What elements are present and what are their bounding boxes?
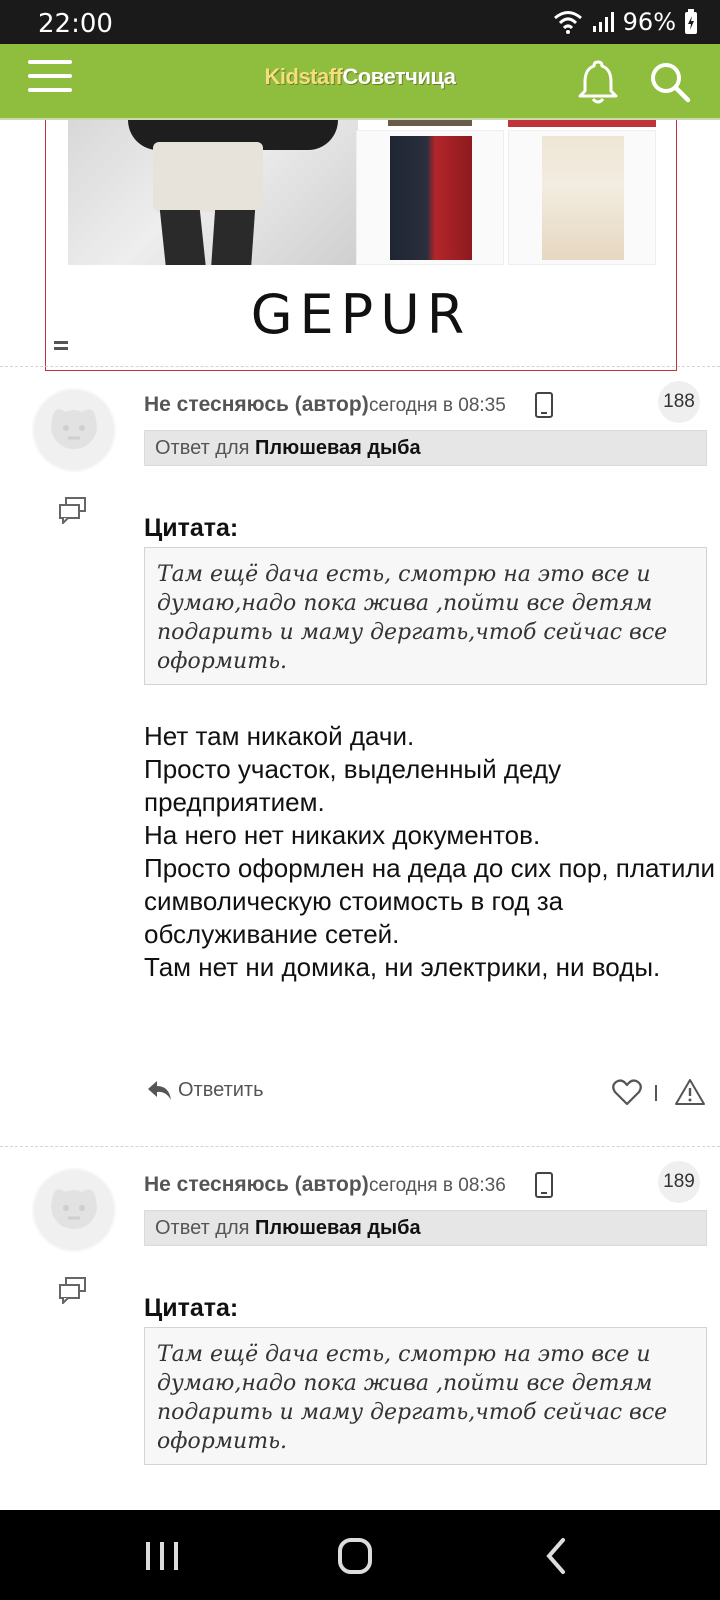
- wifi-icon: [553, 11, 582, 34]
- recent-apps-icon[interactable]: [140, 1536, 184, 1576]
- post-author[interactable]: Не стесняюсь (автор): [144, 1173, 369, 1197]
- post-number[interactable]: 188: [658, 381, 700, 423]
- quote-title: Цитата:: [144, 514, 239, 542]
- reply-to-user[interactable]: Плюшевая дыба: [255, 1217, 421, 1239]
- ad-main-photo[interactable]: [68, 120, 358, 265]
- post-time: сегодня в 08:35: [369, 395, 506, 416]
- mobile-phone-icon: [535, 392, 553, 418]
- ad-menu-icon[interactable]: [54, 341, 68, 353]
- reply-to-bar: Ответ для Плюшевая дыба: [144, 1210, 707, 1246]
- reply-to-prefix: Ответ для: [155, 1217, 256, 1239]
- reply-to-prefix: Ответ для: [155, 437, 256, 459]
- ad-thumb-strip: [388, 120, 472, 126]
- battery-icon: [685, 9, 697, 34]
- ad-thumb-strip-selected: [508, 120, 656, 127]
- ad-thumbnail[interactable]: [356, 130, 504, 265]
- ad-thumbnail[interactable]: [508, 130, 656, 265]
- avatar[interactable]: [34, 1170, 114, 1250]
- post-time: сегодня в 08:36: [369, 1175, 506, 1196]
- post-divider: [0, 366, 720, 367]
- home-icon[interactable]: [333, 1536, 377, 1576]
- brand-part-2: Советчица: [342, 64, 456, 89]
- post-body: Нет там никакой дачи. Просто участок, вы…: [144, 721, 716, 982]
- quote-text: Там ещё дача есть, смотрю на это все и д…: [144, 1327, 707, 1465]
- action-separator: [655, 1085, 657, 1101]
- avatar[interactable]: [34, 390, 114, 470]
- status-indicators: 96%: [553, 8, 698, 36]
- warning-icon[interactable]: [674, 1077, 706, 1107]
- system-navigation-bar: [0, 1510, 720, 1600]
- post-number[interactable]: 189: [658, 1161, 700, 1203]
- bell-icon[interactable]: [575, 58, 621, 106]
- back-icon[interactable]: [535, 1536, 579, 1576]
- mobile-phone-icon: [535, 1172, 553, 1198]
- reply-label: Ответить: [178, 1078, 264, 1101]
- post-author[interactable]: Не стесняюсь (автор): [144, 393, 369, 417]
- status-time: 22:00: [38, 9, 113, 39]
- quote-icon[interactable]: [58, 496, 88, 524]
- signal-icon: [592, 12, 614, 32]
- quote-title: Цитата:: [144, 1294, 239, 1322]
- quote-icon[interactable]: [58, 1276, 88, 1304]
- search-icon[interactable]: [648, 60, 692, 104]
- reply-to-user[interactable]: Плюшевая дыба: [255, 437, 421, 459]
- post-divider: [0, 1146, 720, 1147]
- reply-button[interactable]: Ответить: [146, 1075, 264, 1105]
- status-bar: 22:00 96%: [0, 0, 720, 44]
- reply-arrow-icon: [148, 1081, 171, 1100]
- reply-to-bar: Ответ для Плюшевая дыба: [144, 430, 707, 466]
- ad-brand-logo[interactable]: GEPUR: [46, 283, 676, 346]
- quote-text: Там ещё дача есть, смотрю на это все и д…: [144, 547, 707, 685]
- advertisement-banner[interactable]: GEPUR: [45, 120, 677, 371]
- battery-percent: 96%: [622, 8, 676, 36]
- heart-icon[interactable]: [612, 1078, 642, 1106]
- app-header: KidstaffСоветчица: [0, 44, 720, 120]
- brand-part-1: Kidstaff: [264, 64, 343, 89]
